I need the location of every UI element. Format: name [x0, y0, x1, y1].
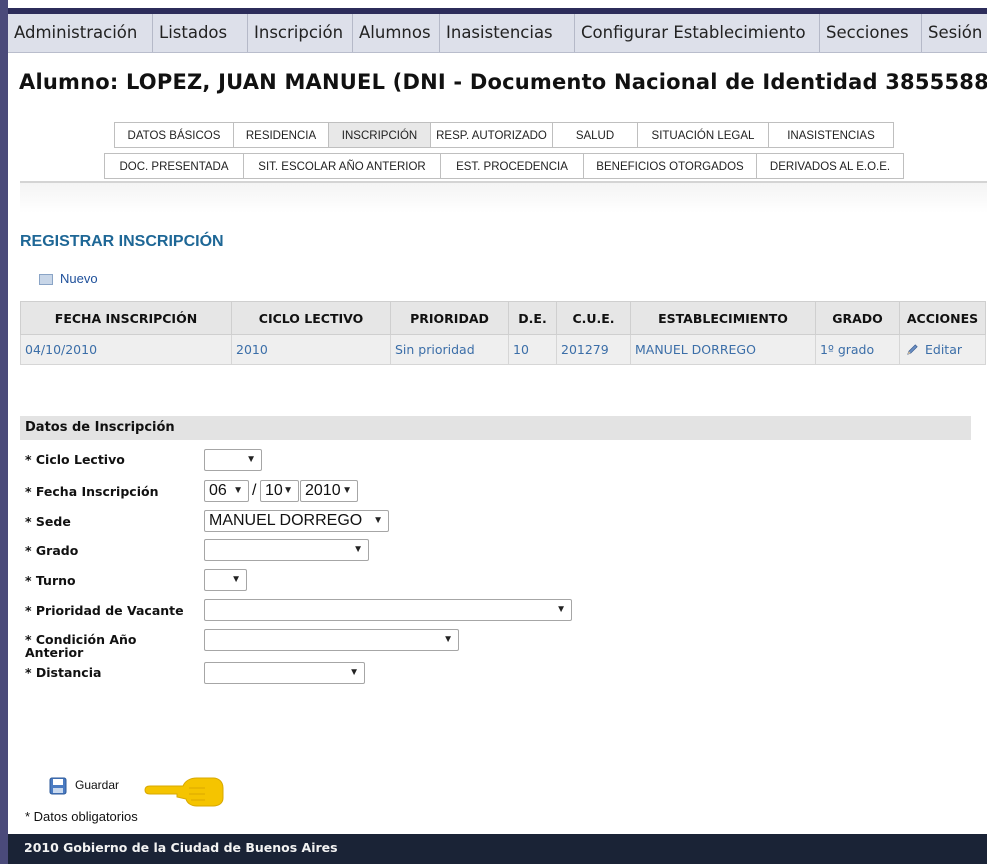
chevron-down-icon: ▼	[556, 604, 566, 615]
pencil-icon	[907, 344, 918, 355]
chevron-down-icon: ▼	[349, 667, 359, 678]
label-ciclo-lectivo: * Ciclo Lectivo	[25, 452, 125, 467]
new-record-link[interactable]: Nuevo	[39, 270, 98, 288]
chevron-down-icon: ▼	[231, 574, 241, 585]
chevron-down-icon: ▼	[342, 485, 352, 496]
save-label: Guardar	[75, 778, 120, 792]
chevron-down-icon: ▼	[443, 634, 453, 645]
label-turno: * Turno	[25, 573, 76, 588]
cell-fecha[interactable]: 04/10/2010	[20, 334, 232, 365]
label-distancia: * Distancia	[25, 665, 102, 680]
chevron-down-icon: ▼	[373, 515, 383, 526]
left-frame-border	[0, 0, 8, 864]
menu-inscripcion[interactable]: Inscripción	[248, 14, 353, 52]
tab-doc-presentada[interactable]: DOC. PRESENTADA	[104, 153, 244, 179]
fecha-mes-value: 10	[265, 482, 283, 499]
tab-inscripcion[interactable]: INSCRIPCIÓN	[328, 122, 431, 148]
form-heading: Datos de Inscripción	[20, 416, 971, 440]
prioridad-vacante-select[interactable]: ▼	[204, 599, 572, 621]
col-header-establecimiento[interactable]: ESTABLECIMIENTO	[630, 301, 816, 335]
tab-sit-escolar-anio-anterior[interactable]: SIT. ESCOLAR AÑO ANTERIOR	[243, 153, 441, 179]
tab-situacion-legal[interactable]: SITUACIÓN LEGAL	[637, 122, 769, 148]
label-sede: * Sede	[25, 514, 71, 529]
distancia-select[interactable]: ▼	[204, 662, 365, 684]
tab-salud[interactable]: SALUD	[552, 122, 638, 148]
required-fields-note: * Datos obligatorios	[25, 809, 138, 824]
grado-select[interactable]: ▼	[204, 539, 369, 561]
label-prioridad-vacante: * Prioridad de Vacante	[25, 603, 184, 618]
chevron-down-icon: ▼	[246, 454, 256, 465]
cell-prioridad[interactable]: Sin prioridad	[390, 334, 509, 365]
section-title: REGISTRAR INSCRIPCIÓN	[20, 233, 224, 250]
page-title: Alumno: LOPEZ, JUAN MANUEL (DNI - Docume…	[19, 70, 987, 94]
tab-residencia[interactable]: RESIDENCIA	[233, 122, 329, 148]
top-strip	[8, 0, 987, 14]
cell-de[interactable]: 10	[508, 334, 557, 365]
tab-datos-basicos[interactable]: DATOS BÁSICOS	[114, 122, 234, 148]
label-condicion-anio-anterior: * Condición Año Anterior	[25, 632, 137, 660]
menu-alumnos[interactable]: Alumnos	[353, 14, 440, 52]
tab-beneficios-otorgados[interactable]: BENEFICIOS OTORGADOS	[583, 153, 757, 179]
tab-inasistencias[interactable]: INASISTENCIAS	[768, 122, 894, 148]
label-grado: * Grado	[25, 543, 79, 558]
inscriptions-table: FECHA INSCRIPCIÓN CICLO LECTIVO PRIORIDA…	[20, 301, 986, 365]
col-header-ciclo[interactable]: CICLO LECTIVO	[231, 301, 391, 335]
col-header-de[interactable]: D.E.	[508, 301, 557, 335]
col-header-prioridad[interactable]: PRIORIDAD	[390, 301, 509, 335]
chevron-down-icon: ▼	[283, 485, 293, 496]
fecha-mes-select[interactable]: 10 ▼	[260, 480, 299, 502]
fecha-dia-value: 06	[209, 482, 227, 499]
turno-select[interactable]: ▼	[204, 569, 247, 591]
tab-resp-autorizado[interactable]: RESP. AUTORIZADO	[430, 122, 553, 148]
tab-est-procedencia[interactable]: EST. PROCEDENCIA	[440, 153, 584, 179]
sede-select[interactable]: MANUEL DORREGO ▼	[204, 510, 389, 532]
fecha-anio-select[interactable]: 2010 ▼	[300, 480, 358, 502]
cell-establecimiento[interactable]: MANUEL DORREGO	[630, 334, 816, 365]
save-disk-icon	[49, 777, 67, 795]
fecha-dia-select[interactable]: 06 ▼	[204, 480, 249, 502]
condicion-anio-anterior-select[interactable]: ▼	[204, 629, 459, 651]
date-separator: /	[252, 482, 257, 499]
fecha-anio-value: 2010	[305, 482, 341, 499]
menu-secciones[interactable]: Secciones	[820, 14, 922, 52]
tab-derivados-eoe[interactable]: DERIVADOS AL E.O.E.	[756, 153, 904, 179]
page: Administración Listados Inscripción Alum…	[0, 0, 987, 864]
col-header-grado[interactable]: GRADO	[815, 301, 900, 335]
ciclo-lectivo-select[interactable]: ▼	[204, 449, 262, 471]
main-menu: Administración Listados Inscripción Alum…	[8, 14, 987, 53]
cell-ciclo[interactable]: 2010	[231, 334, 391, 365]
sede-value: MANUEL DORREGO	[209, 512, 363, 529]
table-header-row: FECHA INSCRIPCIÓN CICLO LECTIVO PRIORIDA…	[20, 301, 986, 335]
menu-inasistencias[interactable]: Inasistencias	[440, 14, 575, 52]
cell-grado[interactable]: 1º grado	[815, 334, 900, 365]
footer: 2010 Gobierno de la Ciudad de Buenos Air…	[8, 834, 987, 864]
chevron-down-icon: ▼	[353, 544, 363, 555]
new-document-icon	[39, 274, 53, 286]
menu-configurar-establecimiento[interactable]: Configurar Establecimiento	[575, 14, 820, 52]
cell-cue[interactable]: 201279	[556, 334, 631, 365]
col-header-acciones: ACCIONES	[899, 301, 986, 335]
label-fecha-inscripcion: * Fecha Inscripción	[25, 484, 159, 499]
edit-label: Editar	[925, 342, 963, 357]
menu-listados[interactable]: Listados	[153, 14, 248, 52]
save-button[interactable]: Guardar	[49, 775, 119, 795]
footer-text: 2010 Gobierno de la Ciudad de Buenos Air…	[24, 840, 338, 855]
hand-pointer-icon	[144, 777, 224, 807]
menu-sesion[interactable]: Sesión	[922, 14, 987, 52]
new-record-label: Nuevo	[60, 271, 98, 286]
tabs-shadow	[20, 183, 987, 213]
menu-administracion[interactable]: Administración	[8, 14, 153, 52]
col-header-fecha[interactable]: FECHA INSCRIPCIÓN	[20, 301, 232, 335]
edit-link[interactable]: Editar	[899, 334, 986, 365]
table-row: 04/10/2010 2010 Sin prioridad 10 201279 …	[20, 334, 986, 365]
col-header-cue[interactable]: C.U.E.	[556, 301, 631, 335]
chevron-down-icon: ▼	[233, 485, 243, 496]
